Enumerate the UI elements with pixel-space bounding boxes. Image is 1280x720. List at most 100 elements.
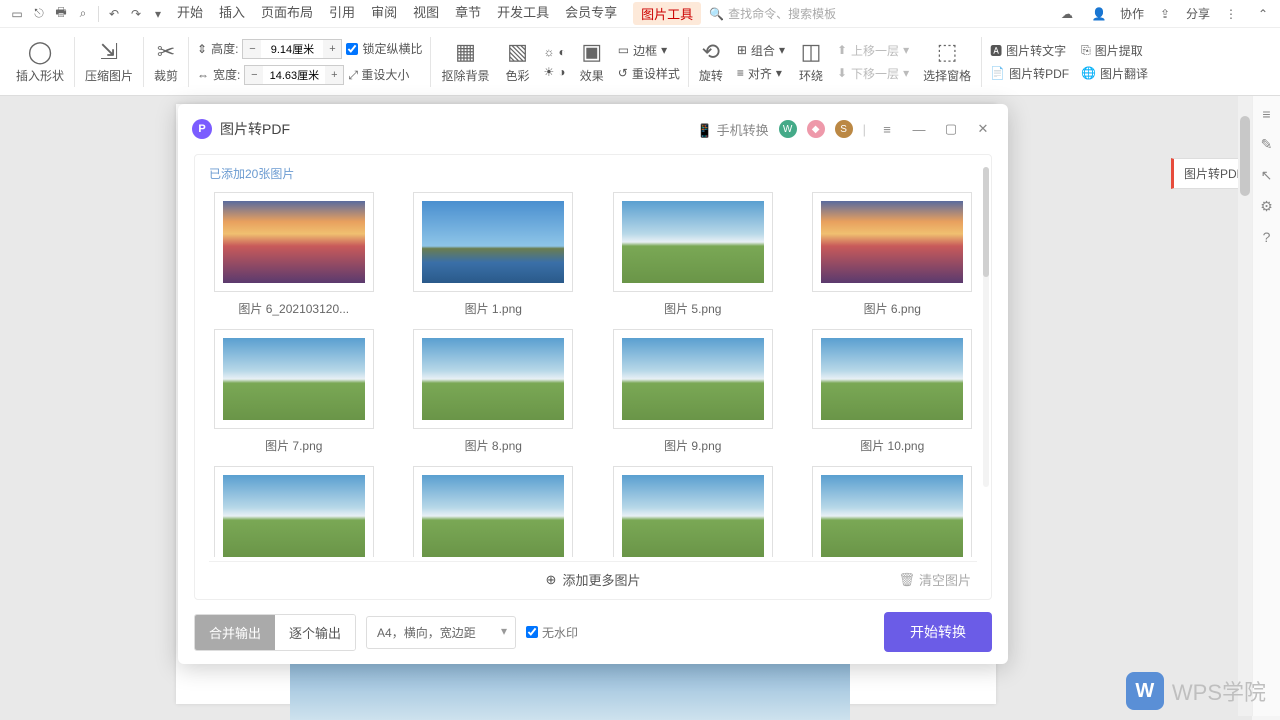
height-label-text: 高度: bbox=[211, 40, 238, 57]
thumb-card[interactable]: 图片 10.png bbox=[808, 329, 978, 454]
tab-start[interactable]: 开始 bbox=[177, 2, 203, 25]
print-icon[interactable]: 🖶 bbox=[50, 3, 72, 25]
cloud-icon[interactable]: ☁ bbox=[1056, 3, 1078, 25]
right-rail: ≡ ✎ ↖ ⚙ ? bbox=[1252, 96, 1280, 716]
close-icon[interactable]: ✕ bbox=[972, 121, 994, 137]
thumb-card[interactable] bbox=[409, 466, 579, 557]
search-box[interactable]: 🔍 查找命令、搜索模板 bbox=[709, 5, 836, 22]
share-button[interactable]: 分享 bbox=[1186, 5, 1210, 22]
brightness2-icon[interactable]: ☀ bbox=[544, 65, 555, 79]
start-convert-button[interactable]: 开始转换 bbox=[884, 612, 992, 652]
color-icon: ▧ bbox=[507, 39, 528, 65]
rotate-button[interactable]: ⟲旋转 bbox=[691, 32, 731, 91]
thumb-card[interactable]: 图片 7.png bbox=[209, 329, 379, 454]
thumb-card[interactable] bbox=[808, 466, 978, 557]
dec-button[interactable]: − bbox=[245, 66, 263, 84]
minimize-icon[interactable]: — bbox=[908, 122, 930, 137]
tab-vip[interactable]: 会员专享 bbox=[565, 2, 617, 25]
redo-icon[interactable]: ↷ bbox=[125, 3, 147, 25]
tab-layout[interactable]: 页面布局 bbox=[261, 2, 313, 25]
pic-to-pdf-button[interactable]: 📄 图片转PDF bbox=[990, 65, 1069, 82]
user-icon[interactable]: 👤 bbox=[1088, 3, 1110, 25]
thumb-name: 图片 6.png bbox=[864, 300, 921, 317]
maximize-icon[interactable]: ▢ bbox=[940, 121, 962, 137]
tab-view[interactable]: 视图 bbox=[413, 2, 439, 25]
rail-settings-icon[interactable]: ⚙ bbox=[1260, 198, 1273, 215]
history-dropdown-icon[interactable]: ▾ bbox=[147, 3, 169, 25]
compress-button[interactable]: ⇲压缩图片 bbox=[77, 32, 141, 91]
insert-shape-button[interactable]: ◯插入形状 bbox=[8, 32, 72, 91]
thumb-image bbox=[622, 338, 764, 420]
document-image[interactable] bbox=[290, 661, 850, 720]
share-icon[interactable]: ⇪ bbox=[1154, 3, 1176, 25]
border-button[interactable]: ▭ 边框 ▾ bbox=[618, 42, 680, 59]
rail-collapse-icon[interactable]: ≡ bbox=[1262, 106, 1270, 122]
rail-pen-icon[interactable]: ✎ bbox=[1261, 136, 1273, 153]
brightness-icon[interactable]: ☼ bbox=[544, 45, 555, 59]
merge-output-button[interactable]: 合并输出 bbox=[195, 615, 275, 650]
clear-images-button[interactable]: 🗑 清空图片 bbox=[898, 570, 971, 589]
thumb-card[interactable]: 图片 6.png bbox=[808, 192, 978, 317]
thumb-card[interactable]: 图片 5.png bbox=[608, 192, 778, 317]
thumb-card[interactable]: 图片 9.png bbox=[608, 329, 778, 454]
width-label: ⇔ bbox=[197, 68, 209, 82]
select-pane-button[interactable]: ⬚选择窗格 bbox=[915, 32, 979, 91]
reset-size-button[interactable]: ⤢ 重设大小 bbox=[348, 66, 409, 83]
rail-help-icon[interactable]: ? bbox=[1263, 229, 1271, 245]
rail-cursor-icon[interactable]: ↖ bbox=[1261, 167, 1273, 184]
lock-ratio-checkbox[interactable] bbox=[346, 43, 358, 55]
each-output-button[interactable]: 逐个输出 bbox=[275, 615, 355, 650]
pic-extract-button[interactable]: ⎘ 图片提取 bbox=[1081, 42, 1148, 59]
more-icon[interactable]: ⋮ bbox=[1220, 3, 1242, 25]
thumb-image bbox=[622, 475, 764, 557]
move-up-button[interactable]: ⬆ 上移一层 ▾ bbox=[837, 42, 909, 59]
width-input[interactable]: −+ bbox=[244, 65, 344, 85]
contrast2-icon[interactable]: ◑ bbox=[558, 65, 565, 79]
effect-button[interactable]: ▣效果 bbox=[572, 32, 612, 91]
print-preview-icon[interactable]: ⎋ bbox=[28, 3, 50, 25]
crop-button[interactable]: ✂裁剪 bbox=[146, 32, 186, 91]
group-button[interactable]: ⊞ 组合 ▾ bbox=[737, 42, 785, 59]
mobile-convert-button[interactable]: 📱 手机转换 bbox=[697, 120, 769, 139]
color-button[interactable]: ▧色彩 bbox=[497, 32, 537, 91]
tab-review[interactable]: 审阅 bbox=[371, 2, 397, 25]
no-watermark-checkbox[interactable]: 无水印 bbox=[526, 624, 578, 641]
tab-dev[interactable]: 开发工具 bbox=[497, 2, 549, 25]
align-button[interactable]: ≡ 对齐 ▾ bbox=[737, 65, 785, 82]
tab-image-tools[interactable]: 图片工具 bbox=[633, 2, 701, 25]
thumb-card[interactable] bbox=[608, 466, 778, 557]
thumb-card[interactable]: 图片 6_202103120... bbox=[209, 192, 379, 317]
inc-button[interactable]: + bbox=[325, 66, 343, 84]
search-icon: 🔍 bbox=[709, 7, 724, 21]
pic-translate-button[interactable]: 🌐 图片翻译 bbox=[1081, 65, 1148, 82]
tab-chapter[interactable]: 章节 bbox=[455, 2, 481, 25]
zoom-icon[interactable]: ⌕ bbox=[72, 3, 94, 25]
thumb-card[interactable]: 图片 1.png bbox=[409, 192, 579, 317]
thumb-grid: 图片 6_202103120...图片 1.png图片 5.png 图片 6.pn… bbox=[209, 192, 977, 557]
thumb-card[interactable] bbox=[209, 466, 379, 557]
height-input[interactable]: −+ bbox=[242, 39, 342, 59]
dialog-scrollbar[interactable] bbox=[983, 167, 989, 487]
contrast-icon[interactable]: ◐ bbox=[559, 45, 566, 59]
undo-icon[interactable]: ↶ bbox=[103, 3, 125, 25]
vertical-scrollbar[interactable] bbox=[1238, 96, 1252, 716]
thumb-box bbox=[812, 466, 972, 557]
inc-button[interactable]: + bbox=[323, 40, 341, 58]
add-more-button[interactable]: 添加更多图片 bbox=[562, 570, 640, 589]
collapse-icon[interactable]: ⌃ bbox=[1252, 3, 1274, 25]
reset-style-button[interactable]: ↺ 重设样式 bbox=[618, 65, 680, 82]
width-field[interactable] bbox=[263, 69, 325, 81]
move-down-button[interactable]: ⬇ 下移一层 ▾ bbox=[837, 65, 909, 82]
collab-button[interactable]: 协作 bbox=[1120, 5, 1144, 22]
dec-button[interactable]: − bbox=[243, 40, 261, 58]
remove-bg-button[interactable]: ▦抠除背景 bbox=[433, 32, 497, 91]
thumb-card[interactable]: 图片 8.png bbox=[409, 329, 579, 454]
page-setting-select[interactable]: A4，横向，宽边距 bbox=[366, 616, 516, 649]
save-icon[interactable]: ▭ bbox=[6, 3, 28, 25]
wrap-button[interactable]: ◫环绕 bbox=[791, 32, 831, 91]
tab-insert[interactable]: 插入 bbox=[219, 2, 245, 25]
pic-to-text-button[interactable]: 🅰 图片转文字 bbox=[990, 42, 1069, 59]
tab-ref[interactable]: 引用 bbox=[329, 2, 355, 25]
height-field[interactable] bbox=[261, 43, 323, 55]
menu-icon[interactable]: ≡ bbox=[876, 122, 898, 137]
